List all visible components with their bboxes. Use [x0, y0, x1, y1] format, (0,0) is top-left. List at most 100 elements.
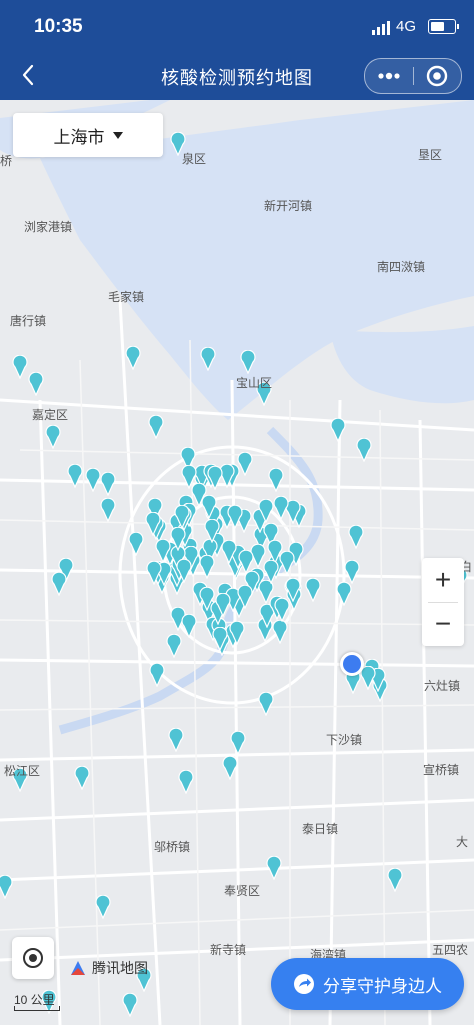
signal-icon	[372, 21, 390, 35]
battery-icon	[428, 19, 459, 34]
test-site-pin[interactable]	[279, 551, 295, 576]
share-label: 分享守护身边人	[323, 976, 442, 996]
test-site-pin[interactable]	[155, 539, 171, 564]
test-site-pin[interactable]	[178, 770, 194, 794]
city-label: 上海市	[53, 127, 105, 147]
test-site-pin[interactable]	[305, 578, 321, 602]
test-site-pin[interactable]	[212, 627, 228, 652]
test-site-pin[interactable]	[146, 561, 162, 586]
locate-icon	[23, 948, 43, 968]
test-site-pin[interactable]	[336, 582, 352, 606]
test-site-pin[interactable]	[168, 728, 184, 752]
place-label: 泰日镇	[302, 822, 339, 836]
more-dots-icon[interactable]	[365, 59, 413, 93]
test-site-pin[interactable]	[227, 505, 243, 530]
test-site-pin[interactable]	[273, 495, 289, 520]
test-site-pin[interactable]	[348, 525, 364, 549]
locate-button[interactable]	[12, 937, 54, 979]
test-site-pin[interactable]	[263, 559, 279, 584]
place-label: 五四农	[432, 943, 469, 957]
place-label: 宣桥镇	[423, 763, 460, 777]
zoom-control: + −	[422, 558, 464, 646]
test-site-pin[interactable]	[74, 766, 90, 790]
test-site-pin[interactable]	[175, 558, 192, 583]
map-view[interactable]: 泉区 新开河镇 浏家港镇 南四滧镇 毛家镇 唐行镇 嘉定区 宝山区白六灶镇 下沙镇 宣桥镇 松江区泰…	[0, 100, 474, 1025]
test-site-pin[interactable]	[387, 868, 403, 892]
place-label: 新寺镇	[210, 943, 247, 957]
place-label: 嘉定区	[32, 408, 69, 422]
place-label: 南四滧镇	[377, 260, 426, 274]
zoom-in-button[interactable]: +	[422, 558, 464, 602]
test-site-pin[interactable]	[237, 584, 253, 609]
city-select[interactable]: 上海市	[13, 113, 163, 157]
place-label: 奉贤区	[224, 884, 261, 898]
test-site-pin[interactable]	[268, 467, 284, 492]
scale-label: 10 公里	[14, 993, 55, 1007]
test-site-pin[interactable]	[191, 482, 207, 507]
place-label: 毛家镇	[108, 290, 145, 304]
test-site-pin[interactable]	[67, 464, 83, 488]
test-site-pin[interactable]	[200, 347, 216, 371]
map-brand: 腾讯地图	[68, 958, 148, 978]
test-site-pin[interactable]	[258, 499, 274, 524]
test-site-pin[interactable]	[51, 572, 67, 596]
place-label: 六灶镇	[424, 679, 461, 693]
test-site-pin[interactable]	[266, 856, 282, 880]
place-label: 泉区	[182, 152, 207, 166]
share-arrow-icon	[294, 974, 314, 994]
zoom-out-button[interactable]: −	[422, 602, 464, 646]
test-site-pin[interactable]	[258, 692, 274, 716]
test-site-pin[interactable]	[238, 549, 254, 574]
test-site-pin[interactable]	[28, 372, 44, 396]
mini-program-capsule	[364, 58, 462, 94]
test-site-pin[interactable]	[181, 613, 197, 638]
test-site-pin[interactable]	[204, 519, 220, 543]
place-label: 下沙镇	[326, 733, 363, 747]
place-label: 唐行镇	[10, 314, 47, 328]
nav-bar: 核酸检测预约地图	[0, 52, 474, 100]
test-site-pin[interactable]	[128, 532, 144, 556]
test-site-pin[interactable]	[221, 540, 237, 565]
current-location-dot	[340, 652, 364, 676]
place-label: 大	[456, 835, 469, 849]
test-site-pin[interactable]	[274, 597, 290, 622]
test-site-pin[interactable]	[230, 731, 246, 755]
test-site-pin[interactable]	[356, 438, 372, 462]
test-site-pin[interactable]	[170, 527, 186, 552]
map-scale: 10 公里	[14, 991, 60, 1011]
status-bar: 10:35 4G	[0, 0, 474, 52]
test-site-pin[interactable]	[148, 415, 164, 439]
test-site-pin[interactable]	[240, 350, 256, 374]
target-icon[interactable]	[413, 59, 461, 93]
test-site-pin[interactable]	[0, 875, 13, 899]
test-site-pin[interactable]	[222, 756, 238, 780]
place-label: 浏家港镇	[24, 220, 73, 234]
test-site-pin[interactable]	[149, 663, 165, 687]
test-site-pin[interactable]	[100, 472, 116, 496]
test-site-pin[interactable]	[95, 895, 111, 919]
place-label: 新开河镇	[264, 199, 313, 213]
test-site-pin[interactable]	[125, 346, 141, 370]
test-site-pin[interactable]	[145, 512, 162, 537]
place-label: 宝山区	[236, 376, 273, 390]
test-site-pin[interactable]	[174, 505, 190, 530]
place-label: 松江区	[4, 764, 41, 778]
network-label: 4G	[395, 18, 416, 35]
caret-down-icon	[112, 131, 123, 139]
share-button[interactable]: 分享守护身边人	[271, 958, 464, 1010]
test-site-pin[interactable]	[45, 425, 61, 449]
test-site-pin[interactable]	[207, 466, 223, 491]
place-label: 邬桥镇	[154, 840, 191, 854]
test-site-pin[interactable]	[85, 468, 101, 492]
brand-label: 腾讯地图	[92, 960, 148, 976]
test-site-pin[interactable]	[229, 621, 245, 646]
test-site-pin[interactable]	[237, 452, 253, 477]
test-site-pin[interactable]	[199, 555, 215, 580]
test-site-pin[interactable]	[166, 634, 182, 658]
test-site-pin[interactable]	[122, 993, 138, 1017]
test-site-pin[interactable]	[330, 418, 346, 442]
test-site-pin[interactable]	[100, 498, 116, 522]
test-site-pin[interactable]	[12, 355, 28, 379]
test-site-pin[interactable]	[344, 560, 360, 584]
test-site-pin[interactable]	[215, 592, 231, 617]
